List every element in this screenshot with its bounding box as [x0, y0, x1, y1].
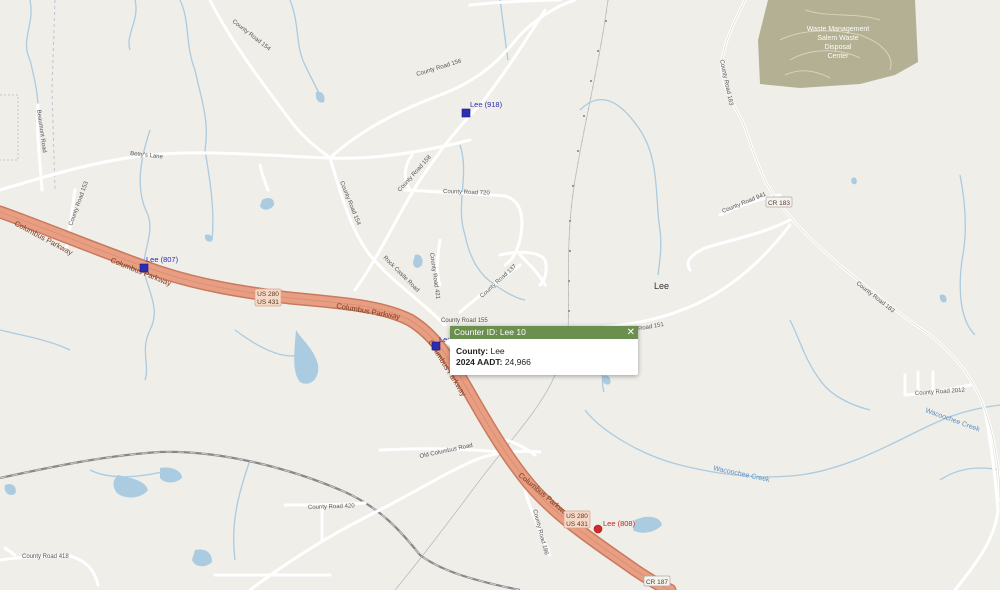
shield-cr187: CR 187 [643, 575, 671, 587]
shield-us280-us431-west: US 280 US 431 [254, 288, 282, 307]
shield-us431-south: US 431 [566, 521, 588, 528]
road-label-cr155: County Road 155 [441, 318, 488, 324]
counter-popup: Counter ID: Lee 10 ✕ County: Lee 2024 AA… [445, 326, 638, 375]
map-view[interactable]: Lee Waste Management Salem Waste Disposa… [0, 0, 1000, 590]
popup-body: County: Lee 2024 AADT: 24,966 [450, 339, 638, 375]
shield-us431-west: US 431 [257, 299, 279, 306]
popup-title: Counter ID: Lee 10 [454, 327, 526, 337]
place-label-lee: Lee [654, 281, 669, 291]
shield-us280-us431-south: US 280 US 431 [563, 510, 591, 529]
land-background [0, 0, 1000, 590]
counter-label-lee-808[interactable]: Lee (808) [603, 519, 636, 528]
square-marker-icon[interactable] [139, 263, 149, 273]
road-label-cr418: County Road 418 [22, 554, 69, 560]
shield-us280-south: US 280 [566, 513, 588, 520]
shield-cr183: CR 183 [765, 196, 793, 208]
counter-label-lee-918[interactable]: Lee (918) [470, 100, 503, 109]
close-icon[interactable]: ✕ [627, 326, 635, 339]
counter-label-lee-807[interactable]: Lee (807) [146, 255, 179, 264]
waste-facility-line-4: Center [827, 53, 849, 60]
popup-header: Counter ID: Lee 10 ✕ [450, 326, 638, 339]
map-canvas[interactable]: Lee Waste Management Salem Waste Disposa… [0, 0, 1000, 590]
shield-cr183-text: CR 183 [768, 200, 790, 207]
waste-facility-line-2: Salem Waste [817, 35, 858, 42]
popup-aadt-value: 24,966 [504, 356, 531, 367]
circle-marker-icon[interactable] [593, 524, 603, 534]
popup-pointer [445, 338, 450, 346]
waste-facility-line-1: Waste Management [807, 26, 869, 33]
shield-cr187-text: CR 187 [646, 579, 668, 586]
popup-county-label: County: [456, 346, 491, 356]
shield-us280-west: US 280 [257, 291, 279, 298]
popup-aadt-row: 2024 AADT: 24,966 [456, 357, 632, 368]
square-marker-icon[interactable] [461, 108, 471, 118]
popup-county-row: County: Lee [456, 346, 632, 357]
waste-facility-line-3: Disposal [825, 44, 852, 51]
popup-aadt-label: 2024 AADT: [456, 356, 505, 367]
popup-county-value: Lee [490, 346, 505, 356]
